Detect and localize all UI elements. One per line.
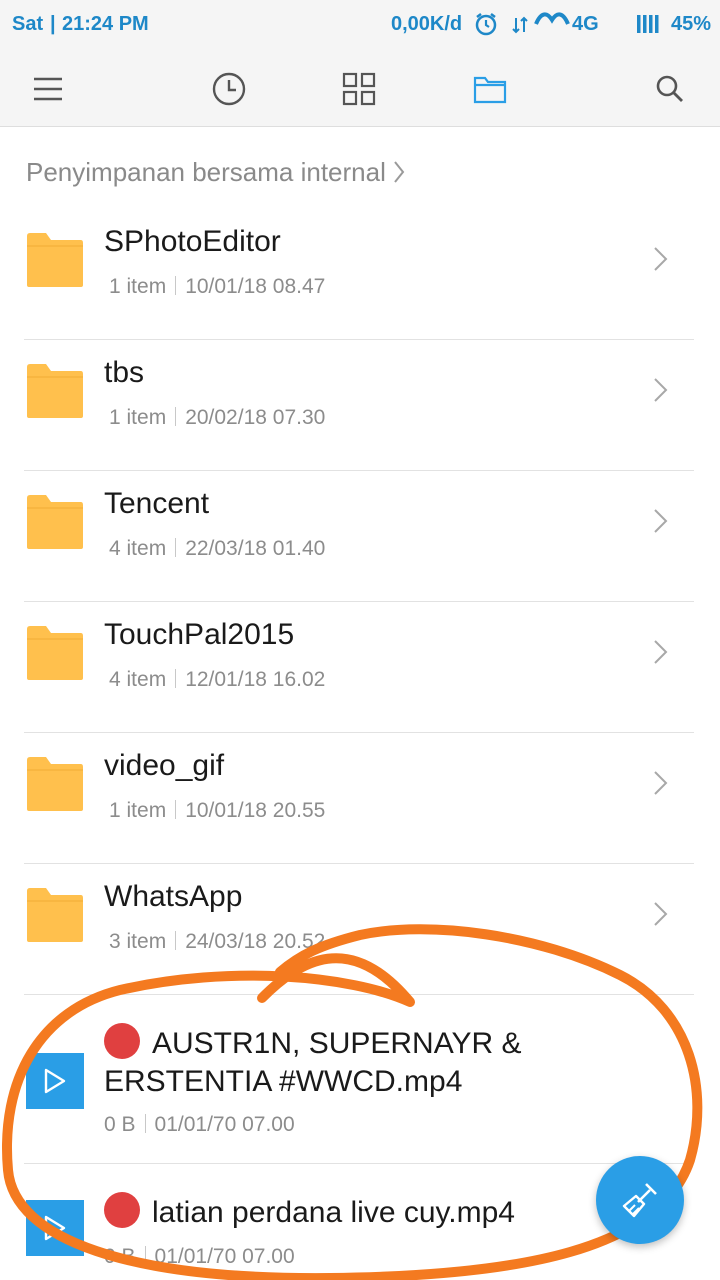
folder-row[interactable]: tbs 1 item 20/02/18 07.30 [0,340,720,471]
play-icon [44,1215,66,1241]
search-icon [656,75,683,102]
chevron-right-icon [654,902,668,926]
item-count: 3 item [109,930,167,953]
file-row[interactable]: AUSTR1N, SUPERNAYR & ERSTENTIA #WWCD.mp4… [0,995,720,1164]
folder-row[interactable]: Tencent 4 item 22/03/18 01.40 [0,471,720,602]
battery-level: 45% [671,13,712,35]
categories-button[interactable] [334,64,384,114]
grid-icon [342,72,376,106]
item-count: 4 item [109,668,167,691]
toolbar [0,50,720,127]
play-icon [44,1068,66,1094]
folder-row[interactable]: SPhotoEditor 1 item 10/01/18 08.47 [0,209,720,340]
chevron-right-icon [654,771,668,795]
item-count: 1 item [109,799,167,822]
alarm-icon [475,13,497,36]
file-meta: 0 B 01/01/70 07.00 [104,1113,295,1137]
file-meta: 0 B 01/01/70 07.00 [104,1245,295,1269]
file-size: 0 B [104,1113,136,1136]
file-size: 0 B [104,1245,136,1268]
folder-meta: 3 item 24/03/18 20.52 [109,930,325,954]
folder-name: SPhotoEditor [104,225,281,258]
modified-date: 10/01/18 20.55 [185,799,326,822]
item-count: 1 item [109,406,167,429]
folder-row[interactable]: WhatsApp 3 item 24/03/18 20.52 [0,864,720,995]
folder-icon [27,888,83,942]
network-type: 4G [572,13,599,35]
folder-meta: 1 item 20/02/18 07.30 [109,406,325,430]
folder-icon [27,233,83,287]
folder-name: video_gif [104,749,225,782]
clean-button[interactable] [596,1156,684,1244]
chevron-right-icon [654,247,668,271]
chevron-right-icon [394,161,405,183]
file-name: latian perdana live cuy.mp4 [152,1196,515,1229]
meta-divider [175,669,177,688]
breadcrumb-path: Penyimpanan bersama internal [26,156,386,187]
record-dot-icon [104,1192,140,1228]
folder-meta: 1 item 10/01/18 20.55 [109,799,325,823]
meta-divider [175,931,177,950]
modified-date: 01/01/70 07.00 [154,1113,295,1136]
folder-meta: 1 item 10/01/18 08.47 [109,275,325,299]
status-day: Sat [12,13,44,35]
status-divider: | [50,13,56,35]
folder-icon [27,626,83,680]
status-time: 21:24 PM [62,13,149,35]
data-transfer-icon [512,16,528,34]
clock-icon [212,72,246,106]
meta-divider [175,800,177,819]
chevron-right-icon [654,378,668,402]
folder-name: tbs [104,356,145,389]
folder-meta: 4 item 12/01/18 16.02 [109,668,325,692]
video-file-icon [26,1053,84,1109]
file-list: SPhotoEditor 1 item 10/01/18 08.47 tbs 1 ite… [0,209,720,1280]
folder-icon [473,76,507,104]
folder-icon [27,495,83,549]
folder-icon [27,364,83,418]
folder-icon [27,757,83,811]
menu-icon [34,77,62,101]
meta-divider [144,1246,146,1265]
folder-row[interactable]: TouchPal2015 4 item 12/01/18 16.02 [0,602,720,733]
status-bar: Sat | 21:24 PM 0,00K/d 4G 45% [0,0,720,50]
menu-button[interactable] [23,64,73,114]
chevron-right-icon [654,640,668,664]
item-count: 4 item [109,537,167,560]
file-name-wrap: latian perdana live cuy.mp4 [104,1192,584,1232]
modified-date: 20/02/18 07.30 [185,406,326,429]
folder-name: WhatsApp [104,880,243,913]
folder-name: TouchPal2015 [104,618,295,651]
meta-divider [175,276,177,295]
meta-divider [175,538,177,557]
folder-meta: 4 item 22/03/18 01.40 [109,537,325,561]
network-speed: 0,00K/d [391,13,463,35]
file-name-wrap: AUSTR1N, SUPERNAYR & ERSTENTIA #WWCD.mp4 [104,1023,584,1101]
hotspot-icon [534,12,570,25]
folder-name: Tencent [104,487,210,520]
modified-date: 12/01/18 16.02 [185,668,326,691]
video-file-icon [26,1200,84,1256]
modified-date: 10/01/18 08.47 [185,275,326,298]
modified-date: 24/03/18 20.52 [185,930,326,953]
broom-icon [622,1183,657,1218]
file-name: AUSTR1N, SUPERNAYR & ERSTENTIA #WWCD.mp4 [104,1027,522,1098]
chevron-right-icon [654,509,668,533]
item-count: 1 item [109,275,167,298]
signal-icon [637,15,659,33]
breadcrumb[interactable]: Penyimpanan bersama internal [26,152,406,192]
modified-date: 01/01/70 07.00 [154,1245,295,1268]
search-button[interactable] [645,64,695,114]
recent-button[interactable] [204,64,254,114]
meta-divider [144,1114,146,1133]
storage-button[interactable] [465,64,515,114]
meta-divider [175,407,177,426]
folder-row[interactable]: video_gif 1 item 10/01/18 20.55 [0,733,720,864]
modified-date: 22/03/18 01.40 [185,537,326,560]
record-dot-icon [104,1023,140,1059]
